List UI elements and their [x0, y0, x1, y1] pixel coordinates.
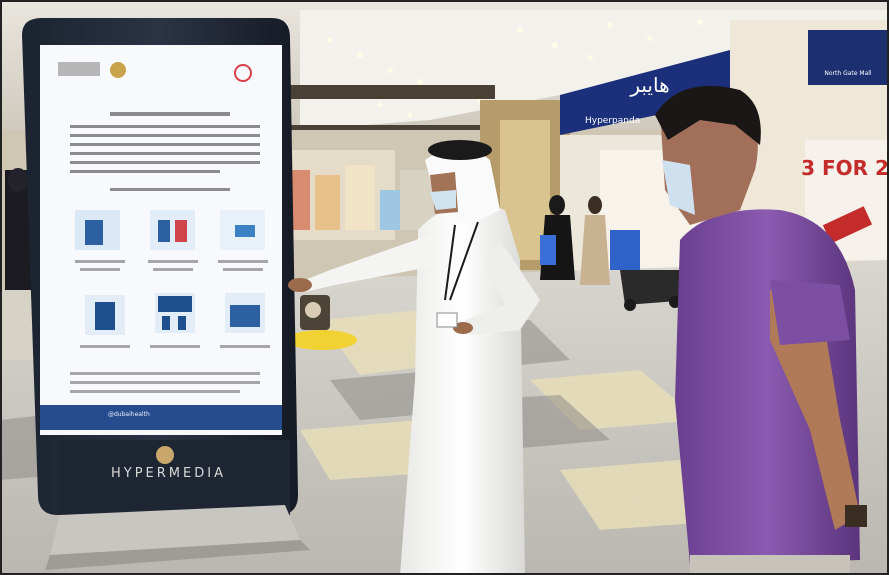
store-sign-left-text: Hyperpanda: [585, 116, 640, 126]
kiosk-footer-text: @dubaihealth: [108, 411, 150, 418]
svg-text:North Gate Mall: North Gate Mall: [824, 70, 871, 77]
hypermedia-brand-label: HYPERMEDIA: [111, 466, 226, 481]
mall-photo-scene: هايبر Hyperpanda North Gate Mall 3 FOR 2: [0, 0, 889, 575]
mall-photo: هايبر Hyperpanda North Gate Mall 3 FOR 2: [0, 0, 889, 575]
id-badge: [436, 312, 458, 328]
yellow-stand-base: [287, 330, 357, 350]
hypermedia-logo-icon: [156, 446, 174, 464]
handshake-avoid-icon: [150, 210, 195, 250]
store-sign-text: هايبر: [629, 73, 669, 97]
promo-text: 3 FOR 2: [801, 156, 889, 180]
wristwatch-icon: [845, 505, 867, 527]
